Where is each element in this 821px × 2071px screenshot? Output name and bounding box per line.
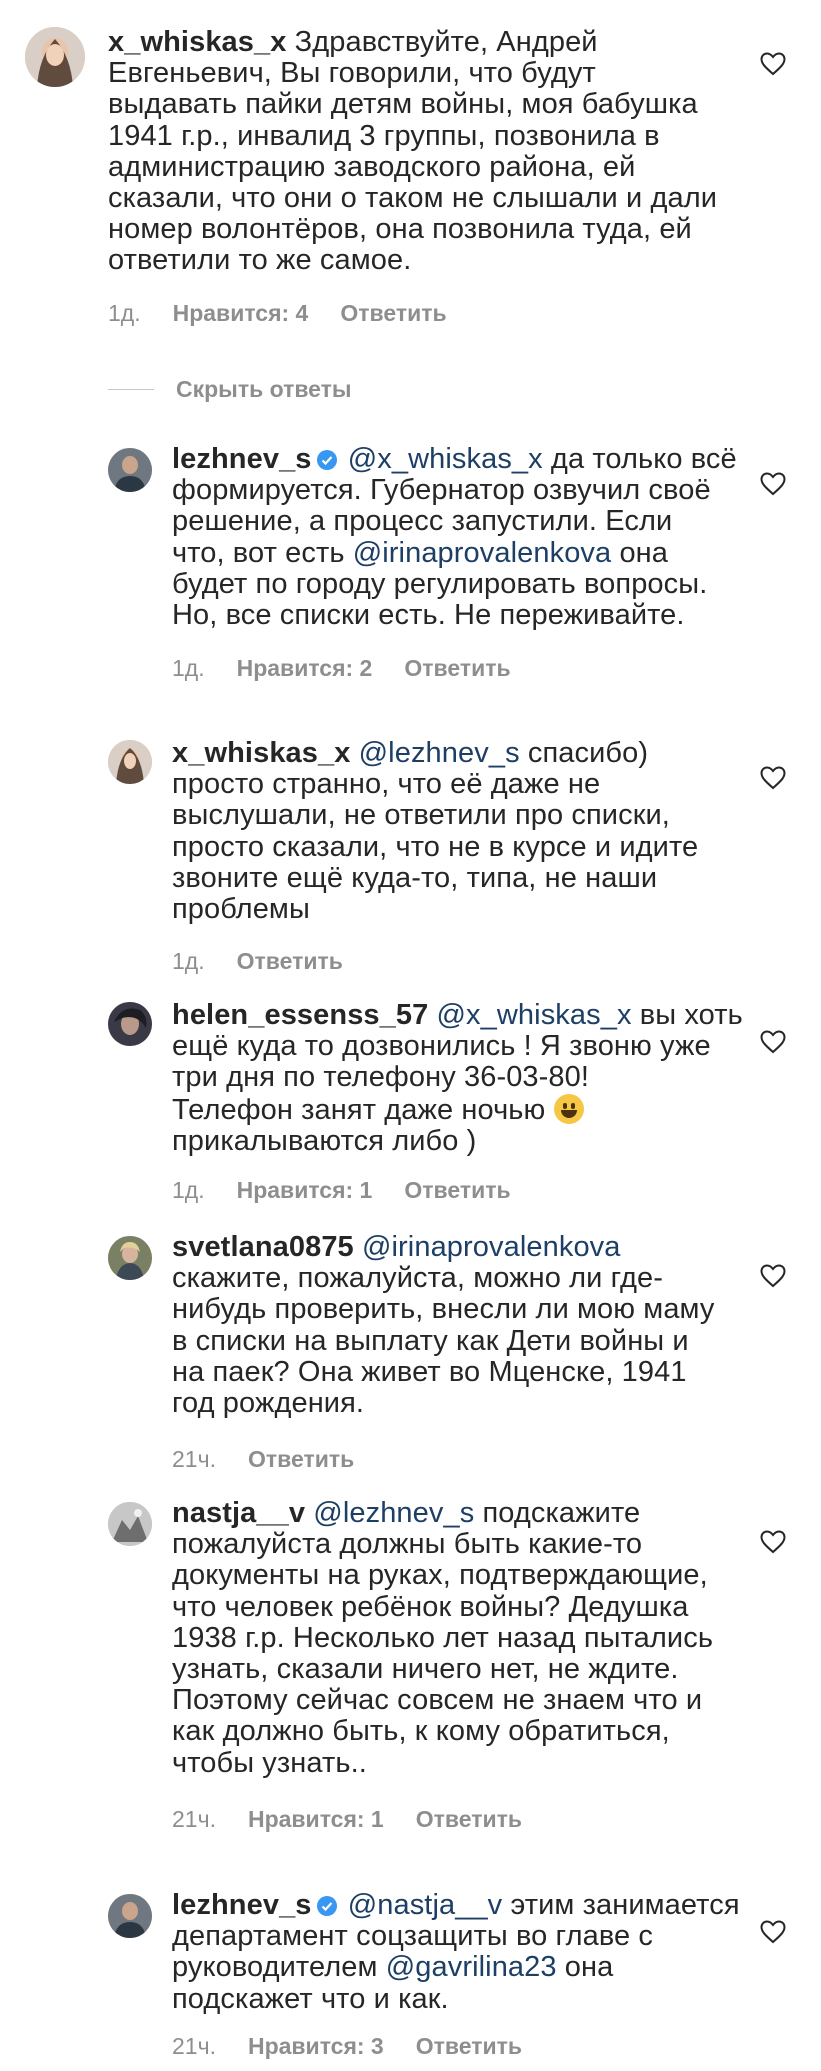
mention-link[interactable]: @x_whiskas_x <box>437 999 632 1031</box>
comment-meta: 21ч. Нравится: 3 Ответить <box>172 2033 554 2060</box>
reply-button[interactable]: Ответить <box>404 655 510 681</box>
username[interactable]: svetlana0875 <box>172 1231 354 1263</box>
comment-text: x_whiskas_x @lezhnev_s спасибо) просто с… <box>172 737 699 926</box>
heart-icon[interactable] <box>760 1030 786 1054</box>
heart-icon[interactable] <box>760 1264 786 1288</box>
mention-link[interactable]: @x_whiskas_x <box>348 443 543 475</box>
avatar[interactable] <box>108 1894 152 1938</box>
timestamp: 21ч. <box>172 1806 216 1832</box>
heart-icon[interactable] <box>760 1920 786 1944</box>
mention-link[interactable]: @irinaprovalenkova <box>362 1231 621 1263</box>
heart-icon[interactable] <box>760 766 786 790</box>
timestamp: 21ч. <box>172 1446 216 1472</box>
heart-icon[interactable] <box>760 472 786 496</box>
hide-replies-label[interactable]: Скрыть ответы <box>176 376 352 403</box>
reply-button[interactable]: Ответить <box>416 1806 522 1832</box>
likes-count[interactable]: Нравится: 2 <box>237 655 373 681</box>
mention-link[interactable]: @irinaprovalenkova <box>353 537 612 569</box>
comment-text: lezhnev_s @x_whiskas_x да только всё фор… <box>172 443 737 632</box>
likes-count[interactable]: Нравится: 1 <box>248 1806 384 1832</box>
heart-icon[interactable] <box>760 1530 786 1554</box>
comment-meta: 1д. Нравится: 1 Ответить <box>172 1177 543 1204</box>
username[interactable]: x_whiskas_x <box>172 737 350 769</box>
reply-button[interactable]: Ответить <box>248 1446 354 1472</box>
username[interactable]: nastja__v <box>172 1497 305 1529</box>
reply-button[interactable]: Ответить <box>416 2033 522 2059</box>
heart-icon[interactable] <box>760 52 786 76</box>
avatar[interactable] <box>25 27 85 87</box>
avatar[interactable] <box>108 1502 152 1546</box>
comment-text: x_whiskas_x Здравствуйте, Андрей Евгенье… <box>108 26 718 277</box>
username[interactable]: helen_essenss_57 <box>172 999 428 1031</box>
comment-meta: 1д. Нравится: 2 Ответить <box>172 655 543 682</box>
mention-link[interactable]: @gavrilina23 <box>386 1951 557 1983</box>
comment-meta: 21ч. Ответить <box>172 1446 386 1473</box>
timestamp: 1д. <box>172 948 205 974</box>
timestamp: 1д. <box>172 655 205 681</box>
hide-replies-toggle[interactable]: Скрыть ответы <box>108 374 352 404</box>
avatar[interactable] <box>108 1236 152 1280</box>
comment-text: lezhnev_s @nastja__v этим занимается деп… <box>172 1889 740 2015</box>
username[interactable]: x_whiskas_x <box>108 26 286 58</box>
divider <box>108 388 154 390</box>
likes-count[interactable]: Нравится: 1 <box>237 1177 373 1203</box>
comment-text: helen_essenss_57 @x_whiskas_x вы хоть ещ… <box>172 999 743 1157</box>
comment-meta: 1д. Ответить <box>172 948 375 975</box>
reply-button[interactable]: Ответить <box>404 1177 510 1203</box>
mention-link[interactable]: @lezhnev_s <box>359 737 520 769</box>
comment-text: svetlana0875 @irinaprovalenkova скажите,… <box>172 1231 715 1420</box>
username[interactable]: lezhnev_s <box>172 1889 312 1921</box>
comment-meta: 21ч. Нравится: 1 Ответить <box>172 1806 554 1833</box>
timestamp: 1д. <box>108 300 141 326</box>
avatar[interactable] <box>108 1002 152 1046</box>
comment-meta: 1д. Нравится: 4 Ответить <box>108 300 479 327</box>
timestamp: 1д. <box>172 1177 205 1203</box>
mention-link[interactable]: @lezhnev_s <box>313 1497 474 1529</box>
avatar[interactable] <box>108 448 152 492</box>
reply-button[interactable]: Ответить <box>340 300 446 326</box>
comment-text: nastja__v @lezhnev_s подскажите пожалуйс… <box>172 1497 714 1779</box>
verified-badge-icon <box>316 1893 338 1916</box>
username[interactable]: lezhnev_s <box>172 443 312 475</box>
avatar[interactable] <box>108 740 152 784</box>
verified-badge-icon <box>316 447 338 470</box>
timestamp: 21ч. <box>172 2033 216 2059</box>
mention-link[interactable]: @nastja__v <box>348 1889 503 1921</box>
likes-count[interactable]: Нравится: 3 <box>248 2033 384 2059</box>
reply-button[interactable]: Ответить <box>237 948 343 974</box>
grinning-emoji-icon <box>553 1093 584 1124</box>
likes-count[interactable]: Нравится: 4 <box>173 300 309 326</box>
